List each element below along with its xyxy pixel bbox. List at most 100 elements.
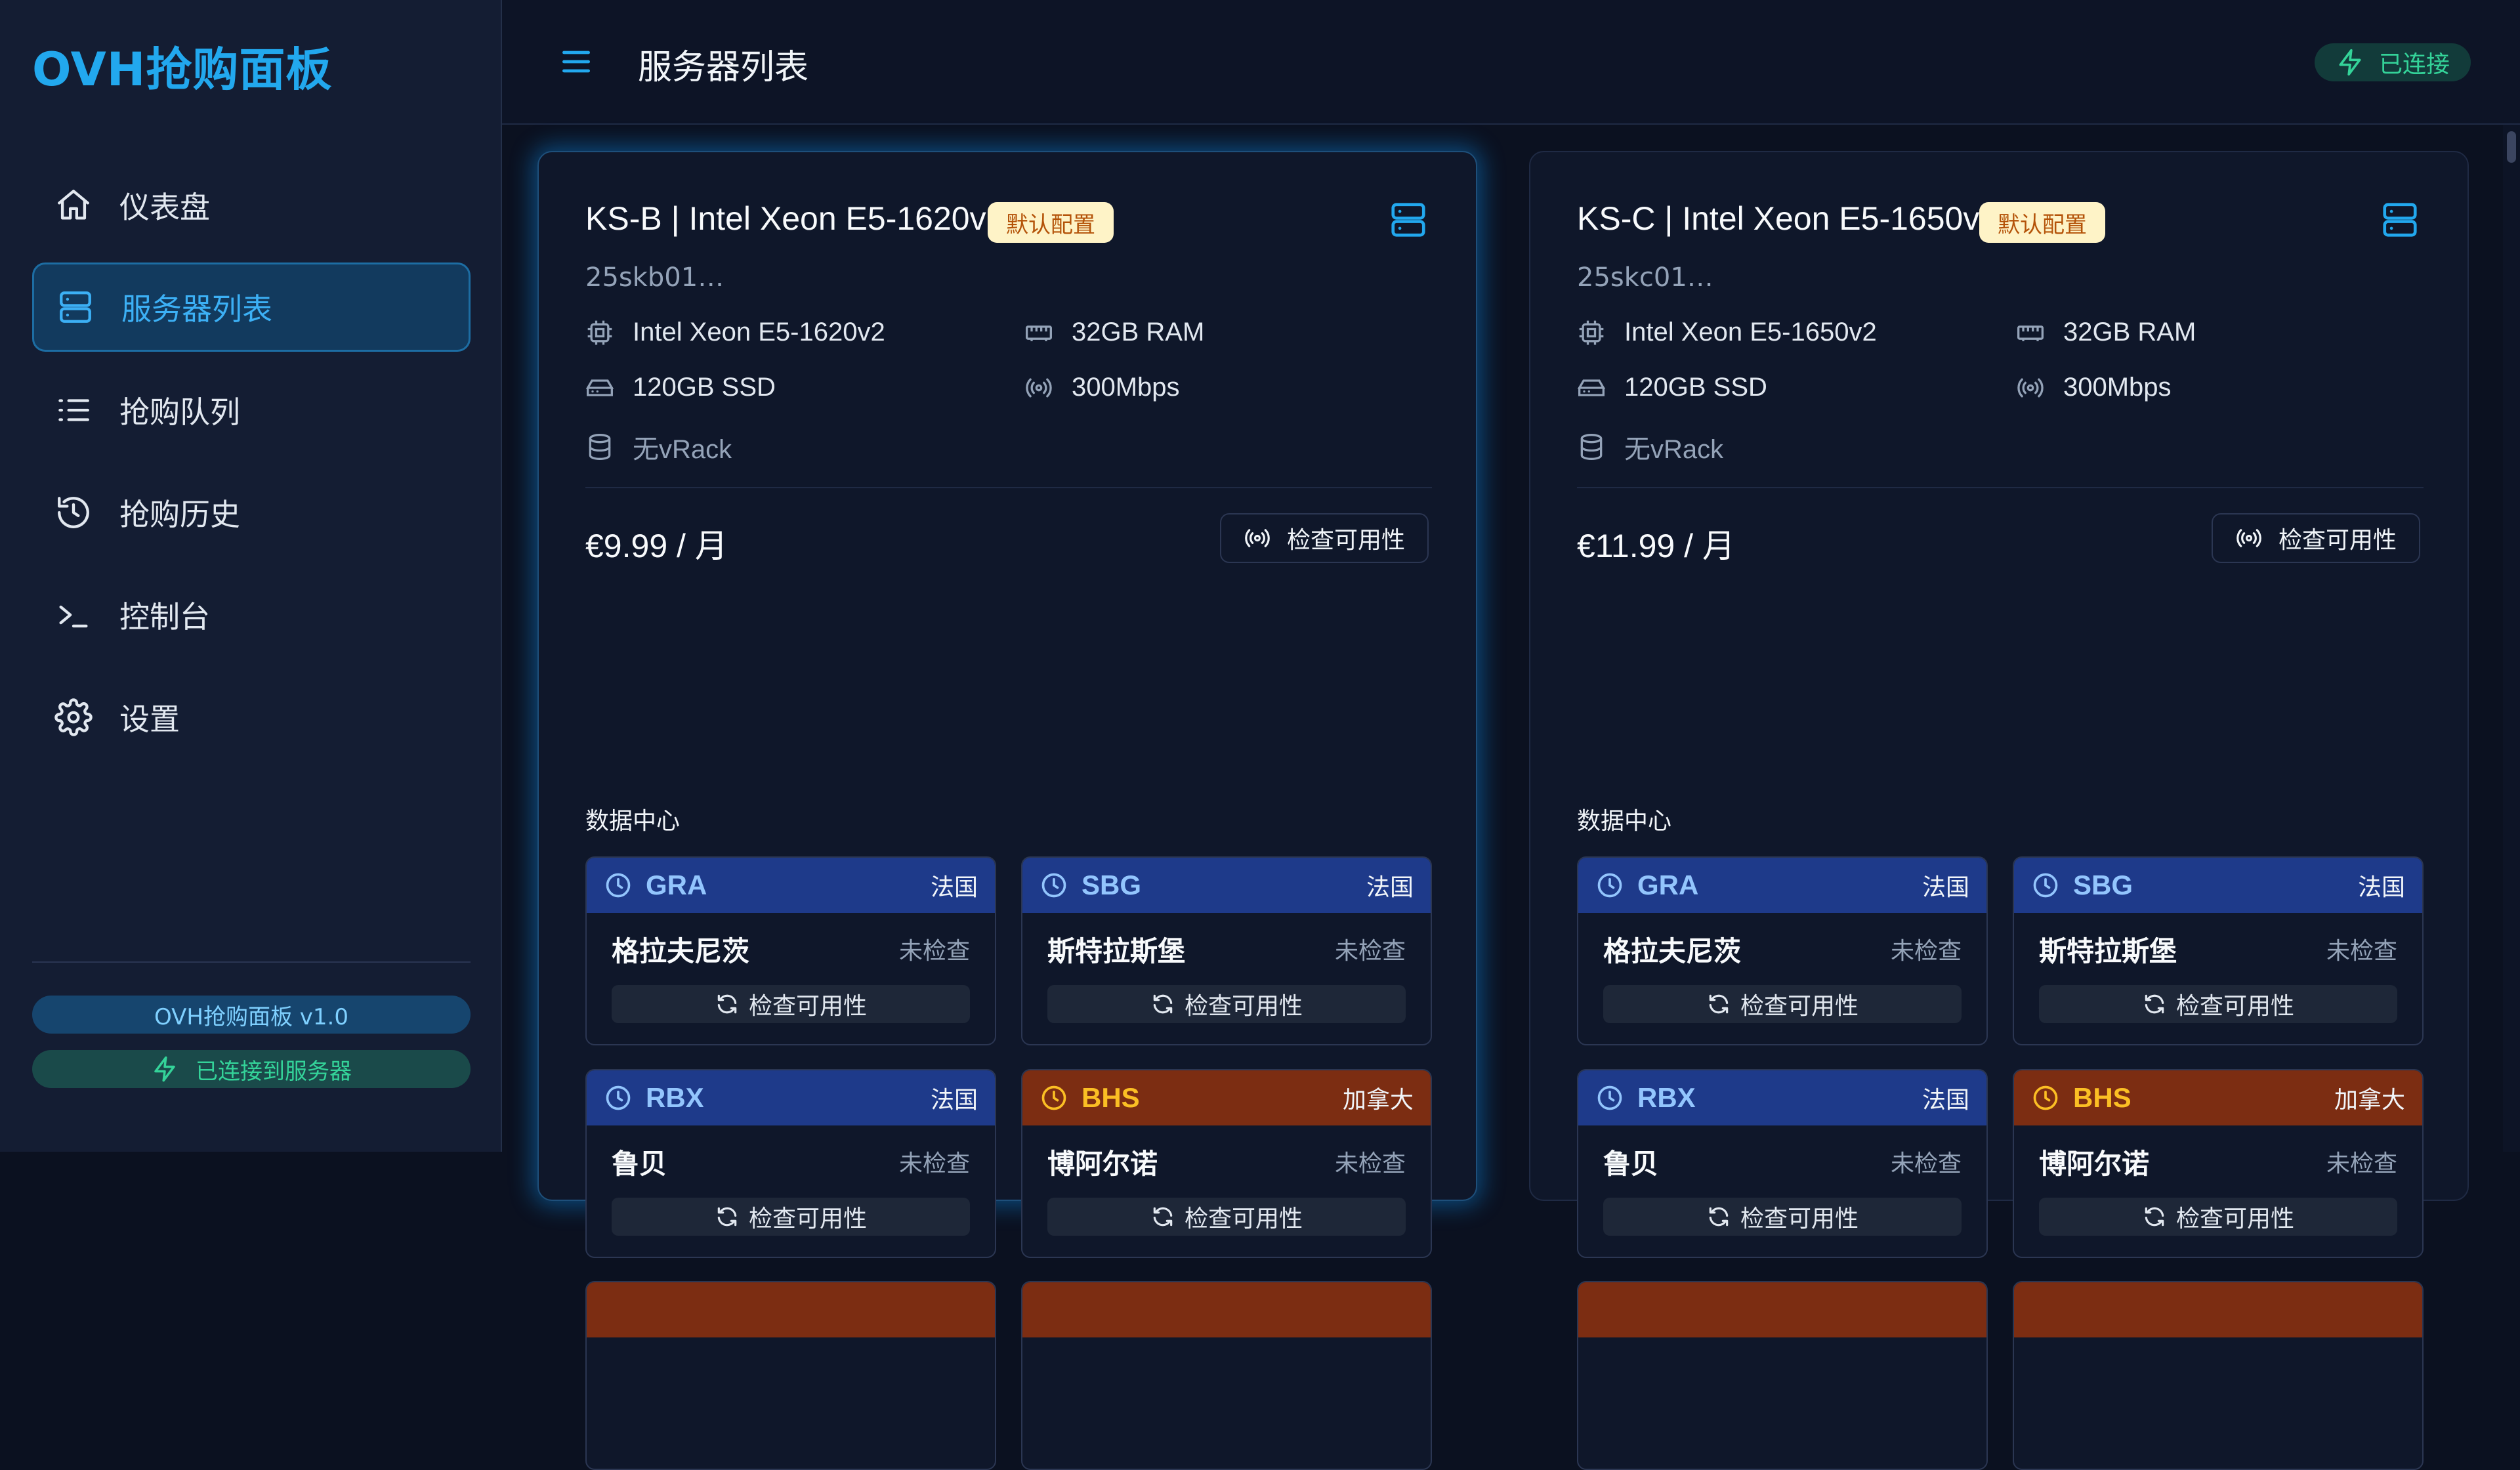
datacenter-tile[interactable]: GRA 法国 格拉夫尼茨 未检查 检查可用性 bbox=[585, 856, 996, 1045]
sidebar-item-history[interactable]: 抢购历史 bbox=[32, 468, 471, 557]
datacenter-country: 法国 bbox=[1366, 874, 1414, 901]
clock-icon bbox=[1041, 1085, 1066, 1110]
sidebar-item-console[interactable]: 控制台 bbox=[32, 570, 471, 660]
datacenter-status: 未检查 bbox=[898, 938, 970, 965]
datacenter-check-button[interactable]: 检查可用性 bbox=[1047, 985, 1406, 1023]
database-icon bbox=[1580, 434, 1603, 460]
datacenter-header: BHS 加拿大 bbox=[1022, 1070, 1431, 1125]
datacenter-tile[interactable] bbox=[585, 1281, 996, 1470]
datacenter-country: 法国 bbox=[1922, 874, 1969, 901]
datacenter-city: 斯特拉斯堡 bbox=[2039, 934, 2177, 967]
datacenter-status: 未检查 bbox=[1334, 938, 1406, 965]
connection-status-badge: 已连接 bbox=[2315, 43, 2471, 81]
datacenter-country: 加拿大 bbox=[2334, 1087, 2405, 1114]
datacenter-tile[interactable] bbox=[1021, 1281, 1432, 1470]
datacenter-tile[interactable]: BHS 加拿大 博阿尔诺 未检查 检查可用性 bbox=[1021, 1069, 1432, 1258]
datacenter-tile[interactable]: BHS 加拿大 博阿尔诺 未检查 检查可用性 bbox=[2013, 1069, 2424, 1258]
sidebar-item-server-list[interactable]: 服务器列表 bbox=[32, 262, 471, 352]
spec-vrack: 无vRack bbox=[1577, 428, 1723, 466]
datacenter-status: 未检查 bbox=[2326, 938, 2397, 965]
datacenter-check-button[interactable]: 检查可用性 bbox=[612, 1198, 970, 1236]
datacenter-check-button[interactable]: 检查可用性 bbox=[612, 985, 970, 1023]
refresh-icon bbox=[1153, 1207, 1173, 1227]
datacenter-country: 法国 bbox=[2357, 874, 2405, 901]
datacenter-check-button[interactable]: 检查可用性 bbox=[2039, 1198, 2397, 1236]
scrollbar[interactable] bbox=[2503, 125, 2520, 1152]
sidebar-item-dashboard[interactable]: 仪表盘 bbox=[32, 161, 471, 250]
check-availability-button[interactable]: 检查可用性 bbox=[2212, 513, 2420, 563]
datacenter-status: 未检查 bbox=[898, 1150, 970, 1177]
server-card[interactable]: KS-B | Intel Xeon E5-1620v2 默认配置 25skb01… bbox=[537, 151, 1477, 1470]
datacenter-code: GRA bbox=[1637, 870, 1699, 900]
datacenter-city: 博阿尔诺 bbox=[2039, 1147, 2150, 1180]
spec-disk: 120GB SSD bbox=[1577, 373, 1767, 402]
sidebar-item-label: 设置 bbox=[119, 702, 180, 737]
datacenter-code: BHS bbox=[1082, 1082, 1140, 1113]
datacenter-country: 加拿大 bbox=[1342, 1087, 1414, 1114]
status-label: 已连接 bbox=[2378, 51, 2450, 78]
refresh-icon bbox=[2145, 1207, 2164, 1227]
refresh-icon bbox=[1709, 994, 1729, 1014]
cpu-icon bbox=[1579, 320, 1604, 345]
hard-drive-icon bbox=[585, 379, 614, 396]
datacenter-tile[interactable]: RBX 法国 鲁贝 未检查 检查可用性 bbox=[1577, 1069, 1988, 1258]
datacenter-code: GRA bbox=[646, 870, 707, 900]
spec-vrack: 无vRack bbox=[585, 428, 732, 466]
spec-cpu: Intel Xeon E5-1650v2 bbox=[1577, 318, 1877, 347]
scrollbar-thumb[interactable] bbox=[2507, 131, 2516, 163]
server-price: €9.99 / 月 bbox=[585, 528, 728, 564]
sidebar-item-label: 抢购历史 bbox=[119, 497, 240, 532]
datacenter-header: GRA 法国 bbox=[587, 858, 995, 913]
version-badge: OVH抢购面板 v1.0 bbox=[32, 996, 471, 1034]
clock-icon bbox=[2033, 1085, 2058, 1110]
sidebar-item-queue[interactable]: 抢购队列 bbox=[32, 366, 471, 455]
datacenter-tile[interactable]: GRA 法国 格拉夫尼茨 未检查 检查可用性 bbox=[1577, 856, 1988, 1045]
sidebar-divider bbox=[32, 961, 471, 963]
signal-icon bbox=[1245, 529, 1270, 547]
datacenter-info: 博阿尔诺 未检查 bbox=[1022, 1125, 1431, 1198]
sidebar-item-label: 抢购队列 bbox=[119, 394, 240, 430]
datacenter-header: GRA 法国 bbox=[1578, 858, 1986, 913]
datacenter-check-button[interactable]: 检查可用性 bbox=[2039, 985, 2397, 1023]
datacenter-country: 法国 bbox=[930, 874, 978, 901]
datacenter-header: SBG 法国 bbox=[2014, 858, 2422, 913]
datacenter-check-button[interactable]: 检查可用性 bbox=[1603, 985, 1962, 1023]
datacenter-city: 鲁贝 bbox=[612, 1147, 667, 1180]
sidebar-item-settings[interactable]: 设置 bbox=[32, 673, 471, 762]
datacenter-tile[interactable] bbox=[2013, 1281, 2424, 1470]
datacenter-country: 法国 bbox=[1922, 1087, 1969, 1114]
server-card[interactable]: KS-C | Intel Xeon E5-1650v2 默认配置 25skc01… bbox=[1529, 151, 2469, 1470]
spec-bandwidth: 300Mbps bbox=[1024, 373, 1180, 402]
datacenter-check-button[interactable]: 检查可用性 bbox=[1047, 1198, 1406, 1236]
datacenter-info: 博阿尔诺 未检查 bbox=[2014, 1125, 2422, 1198]
signal-icon bbox=[1026, 378, 1052, 397]
card-divider bbox=[1577, 487, 2424, 488]
spec-cpu: Intel Xeon E5-1620v2 bbox=[585, 318, 885, 347]
datacenter-tile[interactable]: SBG 法国 斯特拉斯堡 未检查 检查可用性 bbox=[1021, 856, 1432, 1045]
top-bar: 服务器列表 已连接 bbox=[502, 0, 2520, 125]
server-title: KS-C | Intel Xeon E5-1650v2 bbox=[1577, 200, 1998, 237]
datacenter-check-button[interactable]: 检查可用性 bbox=[1603, 1198, 1962, 1236]
datacenter-tile[interactable]: SBG 法国 斯特拉斯堡 未检查 检查可用性 bbox=[2013, 856, 2424, 1045]
spec-ram: 32GB RAM bbox=[2016, 318, 2196, 347]
cpu-icon bbox=[587, 320, 612, 345]
server-icon bbox=[2383, 203, 2417, 237]
datacenter-status: 未检查 bbox=[1890, 938, 1962, 965]
menu-toggle-icon[interactable] bbox=[558, 43, 595, 80]
datacenter-code: SBG bbox=[2073, 870, 2133, 900]
clock-icon bbox=[606, 1085, 631, 1110]
server-sku: 25skb01… bbox=[585, 262, 724, 293]
check-availability-button[interactable]: 检查可用性 bbox=[1220, 513, 1429, 563]
datacenter-city: 博阿尔诺 bbox=[1047, 1147, 1158, 1180]
signal-icon bbox=[2236, 529, 2261, 547]
datacenter-tile[interactable]: RBX 法国 鲁贝 未检查 检查可用性 bbox=[585, 1069, 996, 1258]
datacenter-code: RBX bbox=[646, 1082, 704, 1113]
sidebar-item-label: 仪表盘 bbox=[119, 190, 210, 225]
app-logo[interactable]: OVH抢购面板 bbox=[32, 33, 332, 99]
lightning-icon bbox=[2339, 49, 2361, 76]
datacenter-tile[interactable] bbox=[1577, 1281, 1988, 1470]
server-sku: 25skc01… bbox=[1577, 262, 1713, 293]
terminal-icon bbox=[54, 595, 93, 635]
spec-ram: 32GB RAM bbox=[1024, 318, 1204, 347]
datacenter-header: RBX 法国 bbox=[1578, 1070, 1986, 1125]
